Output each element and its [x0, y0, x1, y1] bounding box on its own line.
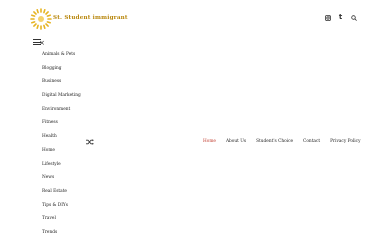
category-menu-item[interactable]: Blogging: [42, 65, 81, 79]
nav-link-home[interactable]: Home: [203, 139, 216, 145]
site-logo[interactable]: [30, 8, 52, 30]
nav-link-privacy-policy[interactable]: Privacy Policy: [330, 139, 360, 145]
category-menu-item[interactable]: Lifestyle: [42, 161, 81, 175]
nav-link-student-s-choice[interactable]: Student's Choice: [256, 139, 293, 145]
category-menu-item[interactable]: Home: [42, 147, 81, 161]
category-menu-item[interactable]: Fitness: [42, 119, 81, 133]
category-menu-item[interactable]: News: [42, 174, 81, 188]
nav-link-about-us[interactable]: About Us: [226, 139, 246, 145]
nav-link-contact[interactable]: Contact: [303, 139, 320, 145]
category-menu-item[interactable]: Trends: [42, 229, 81, 240]
shuffle-icon[interactable]: [86, 139, 94, 145]
search-icon[interactable]: [350, 14, 357, 21]
category-menu-item[interactable]: Travel: [42, 215, 81, 229]
header-icons: t: [324, 14, 357, 21]
category-menu-item[interactable]: Business: [42, 78, 81, 92]
category-menu-item[interactable]: Environment: [42, 106, 81, 120]
instagram-icon[interactable]: [324, 14, 331, 21]
category-menu-item[interactable]: Animals & Pets: [42, 51, 81, 65]
site-title[interactable]: St. Student immigrant: [53, 15, 128, 21]
close-icon[interactable]: ×: [39, 40, 45, 47]
category-menu-item[interactable]: Tips & DIYs: [42, 202, 81, 216]
category-menu-item[interactable]: Digital Marketing: [42, 92, 81, 106]
category-menu-item[interactable]: Health: [42, 133, 81, 147]
tumblr-icon[interactable]: t: [337, 14, 344, 21]
main-navigation: Home About Us Student's Choice Contact Priva…: [203, 139, 361, 145]
category-menu: Animals & Pets Blogging Business Digital Ma…: [42, 51, 81, 240]
category-menu-item[interactable]: Real Estate: [42, 188, 81, 202]
